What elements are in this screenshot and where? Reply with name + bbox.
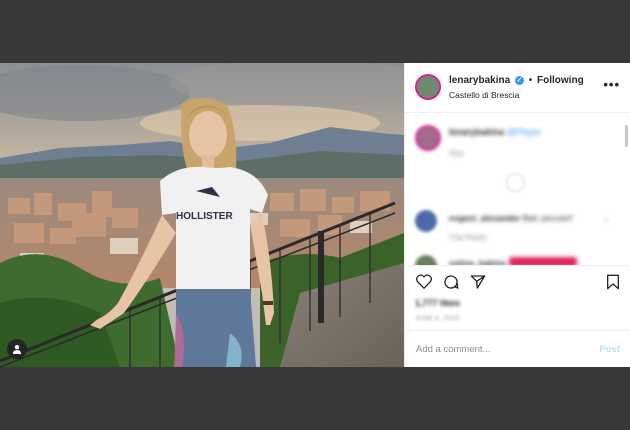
comments-list[interactable]: lenarybakina @Player 45w evgeni_alexande… bbox=[405, 113, 630, 265]
bookmark-icon[interactable] bbox=[606, 274, 620, 290]
comment-text: evgeni_alexander Bell, piccolo!! bbox=[449, 213, 573, 223]
shirt-text: HOLLISTER bbox=[176, 211, 233, 222]
photo-image: HOLLISTER bbox=[0, 63, 404, 367]
action-bar bbox=[405, 265, 630, 296]
post-photo[interactable]: HOLLISTER bbox=[0, 63, 404, 367]
post-sidebar: lenarybakina ✓ • Following Castello di B… bbox=[404, 63, 630, 367]
following-button[interactable]: Following bbox=[537, 75, 584, 86]
post-location[interactable]: Castello di Brescia bbox=[449, 90, 519, 100]
caption-text: lenarybakina @Player bbox=[449, 127, 542, 137]
load-more-comments-button[interactable] bbox=[506, 173, 525, 192]
verified-badge-icon: ✓ bbox=[514, 75, 524, 85]
add-comment-input[interactable]: Add a comment... bbox=[416, 344, 490, 355]
heart-emoji-row bbox=[509, 257, 577, 265]
comment-like-icon[interactable]: ♡ bbox=[603, 217, 610, 226]
separator-dot: • bbox=[528, 75, 533, 86]
tag-user-button[interactable] bbox=[7, 339, 27, 359]
post-comment-button[interactable]: Post bbox=[599, 344, 620, 355]
heart-icon[interactable] bbox=[416, 274, 432, 289]
caption-meta: 45w bbox=[449, 149, 464, 158]
user-icon bbox=[13, 345, 21, 354]
caption-avatar[interactable] bbox=[415, 125, 441, 151]
author-username[interactable]: lenarybakina bbox=[449, 75, 510, 86]
more-horizontal-icon[interactable]: ••• bbox=[603, 77, 620, 92]
post-header: lenarybakina ✓ • Following Castello di B… bbox=[405, 63, 630, 113]
comments-scrollbar[interactable] bbox=[625, 125, 628, 147]
likes-count[interactable]: 1,777 likes bbox=[415, 298, 460, 308]
share-icon[interactable] bbox=[470, 274, 486, 290]
author-avatar[interactable] bbox=[415, 74, 441, 100]
comment-avatar[interactable] bbox=[415, 210, 437, 232]
author-line: lenarybakina ✓ • Following bbox=[449, 75, 584, 86]
comment-text: ustina_bakina bbox=[449, 258, 506, 265]
comment-meta: 13w Reply bbox=[449, 233, 487, 242]
comment-icon[interactable] bbox=[443, 274, 459, 290]
comment-avatar[interactable] bbox=[415, 255, 437, 265]
instagram-post: HOLLISTER lenarybakina ✓ • Following Cas… bbox=[0, 63, 630, 367]
add-comment-bar: Add a comment... Post bbox=[405, 330, 630, 367]
post-date[interactable]: JUNE 6, 2018 bbox=[415, 315, 459, 322]
